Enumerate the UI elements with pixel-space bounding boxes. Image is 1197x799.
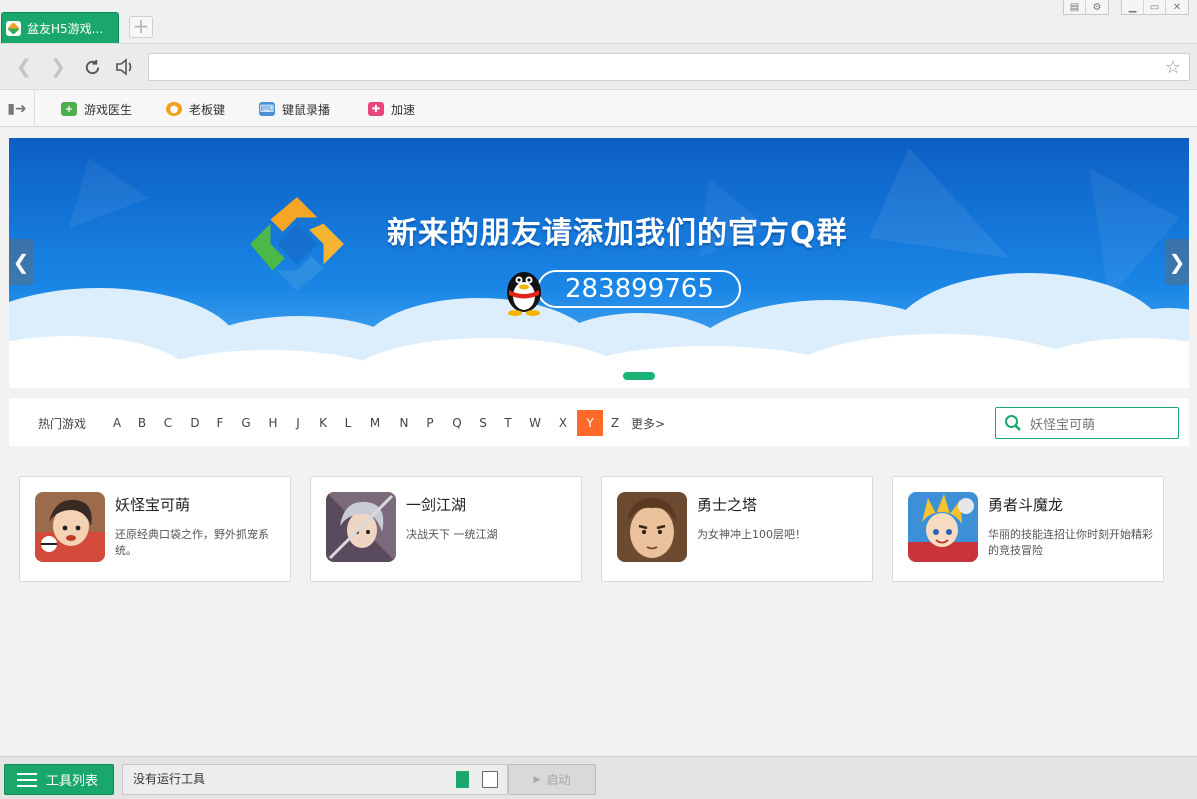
letter-filter-y[interactable]: Y [577,410,603,436]
game-thumbnail[interactable] [35,492,105,562]
bookmark-label: 游戏医生 [84,102,133,117]
letter-filter-g[interactable]: G [233,410,259,436]
keyboard-icon: ⌨ [259,102,275,116]
game-title[interactable]: 妖怪宝可萌 [115,494,190,515]
search-input[interactable] [1030,414,1170,434]
game-description: 决战天下 一统江湖 [406,528,498,541]
letter-filter-z[interactable]: Z [602,410,628,436]
window-icon[interactable] [482,771,498,788]
running-tools-text: 没有运行工具 [133,772,206,786]
letter-filter-p[interactable]: P [417,410,443,436]
promo-banner[interactable]: 新来的朋友请添加我们的官方Q群 283899765 ❮ ❯ [9,138,1189,388]
letter-filter-w[interactable]: W [522,410,548,436]
window-controls: ▁ ▭ ✕ [1121,0,1189,15]
eye-icon: ● [166,102,182,116]
letter-filter-l[interactable]: L [335,410,361,436]
game-thumbnail[interactable] [326,492,396,562]
letter-filter-j[interactable]: J [285,410,311,436]
menu-icon[interactable]: ▤ [1064,0,1086,14]
medical-kit-icon: + [61,102,77,116]
game-description: 为女神冲上100层吧！ [697,528,806,541]
carousel-indicator[interactable] [623,372,655,380]
close-icon[interactable]: ✕ [1166,0,1188,14]
game-card-yaoguai[interactable]: 妖怪宝可萌 还原经典口袋之作，野外抓宠系统。 [19,476,291,582]
letter-filter-n[interactable]: N [391,410,417,436]
tool-list-label: 工具列表 [46,774,99,789]
letter-filter-c[interactable]: C [155,410,181,436]
banner-next-button[interactable]: ❯ [1165,239,1189,285]
gear-icon[interactable]: ⚙ [1086,0,1108,14]
forward-icon[interactable]: ❯ [47,56,69,78]
maximize-icon[interactable]: ▭ [1144,0,1166,14]
qq-group-number: 283899765 [537,270,741,308]
bookmarks-bar: ▮➜ + 游戏医生 ● 老板键 ⌨ 键鼠录播 ✚ 加速 [0,89,1197,127]
more-link[interactable]: 更多> [631,415,665,432]
bookmark-boss-key[interactable]: ● 老板键 [166,99,225,119]
letter-filter-h[interactable]: H [260,410,286,436]
banner-clouds [9,148,1189,388]
search-box[interactable] [995,407,1179,439]
document-icon[interactable] [456,771,469,788]
letter-filter-a[interactable]: A [104,410,130,436]
letter-filter-s[interactable]: S [470,410,496,436]
bookmark-accelerate[interactable]: ✚ 加速 [368,99,415,119]
bookmark-label: 键鼠录播 [282,102,331,117]
letter-filter-f[interactable]: F [207,410,233,436]
status-bar: 工具列表 没有运行工具 ▶ 启动 [0,756,1197,799]
letter-filter-m[interactable]: M [362,410,388,436]
game-card-yongshi[interactable]: 勇士之塔 为女神冲上100层吧！ [601,476,873,582]
letter-filter-q[interactable]: Q [444,410,470,436]
new-tab-button[interactable]: + [129,16,153,38]
qq-penguin-icon [507,272,541,316]
letter-filter-x[interactable]: X [550,410,576,436]
bookmark-label: 加速 [391,102,416,117]
address-input[interactable] [149,54,1149,80]
navigation-bar: ❮ ❯ ☆ [0,43,1197,89]
browser-tab[interactable]: 盆友H5游戏... [1,12,119,43]
start-button[interactable]: ▶ 启动 [508,764,596,795]
banner-headline: 新来的朋友请添加我们的官方Q群 [387,216,848,251]
site-logo-icon [6,20,21,36]
game-title[interactable]: 一剑江湖 [406,494,466,515]
reload-icon[interactable] [81,56,103,78]
gamepad-icon: ✚ [368,102,384,116]
hot-games-link[interactable]: 热门游戏 [38,415,86,432]
game-description: 还原经典口袋之作，野外抓宠系统。 [115,528,269,557]
list-icon [17,772,37,787]
sidebar-toggle-icon[interactable]: ▮➜ [0,90,35,127]
game-title[interactable]: 勇者斗魔龙 [988,494,1063,515]
bookmark-label: 老板键 [189,102,226,117]
tool-list-button[interactable]: 工具列表 [4,764,114,795]
tab-title: 盆友H5游戏... [27,21,104,36]
address-bar[interactable]: ☆ [148,53,1190,81]
brand-logo-icon [250,197,344,291]
running-tools-field: 没有运行工具 [122,764,508,795]
back-icon[interactable]: ❮ [13,56,35,78]
letter-filter-b[interactable]: B [129,410,155,436]
banner-prev-button[interactable]: ❮ [9,239,33,285]
minimize-icon[interactable]: ▁ [1122,0,1144,14]
game-thumbnail[interactable] [617,492,687,562]
sound-icon[interactable] [114,56,136,78]
letter-filter-bar: 热门游戏 ABCDFGHJKLMNPQSTWXYZ 更多> [9,398,1189,446]
bookmark-star-icon[interactable]: ☆ [1165,57,1181,78]
start-label: 启动 [546,773,571,787]
game-title[interactable]: 勇士之塔 [697,494,757,515]
game-thumbnail[interactable] [908,492,978,562]
game-description: 华丽的技能连招让你时刻开始精彩的竞技冒险 [988,528,1153,557]
bookmark-macro-recorder[interactable]: ⌨ 键鼠录播 [259,99,330,119]
letter-filter-d[interactable]: D [182,410,208,436]
letter-filter-k[interactable]: K [310,410,336,436]
play-icon: ▶ [533,774,541,785]
window-extras: ▤ ⚙ [1063,0,1109,15]
game-card-yongzhe[interactable]: 勇者斗魔龙 华丽的技能连招让你时刻开始精彩的竞技冒险 [892,476,1164,582]
search-icon[interactable] [1004,414,1022,432]
title-bar: 盆友H5游戏... + ▤ ⚙ ▁ ▭ ✕ [0,0,1197,43]
game-card-yijian[interactable]: 一剑江湖 决战天下 一统江湖 [310,476,582,582]
letter-filter-t[interactable]: T [495,410,521,436]
bookmark-game-doctor[interactable]: + 游戏医生 [61,99,132,119]
